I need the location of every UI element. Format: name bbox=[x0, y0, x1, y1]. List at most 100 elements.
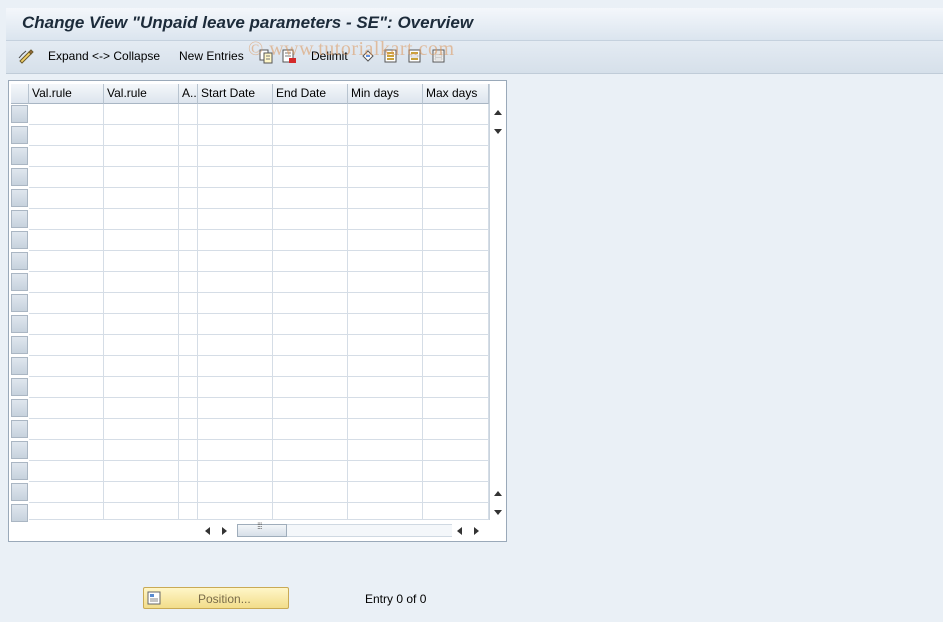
row-selector[interactable] bbox=[11, 189, 28, 207]
table-cell bbox=[423, 419, 489, 440]
expand-collapse-button[interactable]: Expand <-> Collapse bbox=[48, 41, 160, 73]
table-cell bbox=[179, 503, 198, 520]
table-cell bbox=[179, 293, 198, 314]
page-title: Change View "Unpaid leave parameters - S… bbox=[22, 13, 474, 32]
row-selector[interactable] bbox=[11, 273, 28, 291]
table-cell bbox=[179, 356, 198, 377]
table-cell bbox=[348, 440, 423, 461]
row-selector[interactable] bbox=[11, 126, 28, 144]
table-cell bbox=[273, 146, 348, 167]
row-selector[interactable] bbox=[11, 210, 28, 228]
row-selector[interactable] bbox=[11, 294, 28, 312]
table-cell bbox=[198, 230, 273, 251]
table-cell bbox=[273, 335, 348, 356]
horizontal-scrollbar[interactable]: ⁞⁞⁞ bbox=[199, 521, 491, 539]
vertical-scrollbar[interactable] bbox=[489, 84, 506, 520]
table-cell bbox=[104, 230, 179, 251]
table-cell bbox=[29, 146, 104, 167]
scroll-left-icon[interactable] bbox=[203, 526, 213, 536]
row-selector[interactable] bbox=[11, 252, 28, 270]
row-selector[interactable] bbox=[11, 420, 28, 438]
table-cell bbox=[198, 272, 273, 293]
row-selector[interactable] bbox=[11, 399, 28, 417]
table-cell bbox=[198, 398, 273, 419]
table-cell bbox=[198, 167, 273, 188]
column-header-min-days[interactable]: Min days bbox=[348, 84, 423, 104]
table-cell bbox=[179, 461, 198, 482]
table-cell bbox=[179, 209, 198, 230]
table-cell bbox=[29, 188, 104, 209]
table-cell bbox=[273, 482, 348, 503]
horizontal-scroll-track[interactable] bbox=[287, 524, 452, 537]
table-cell bbox=[348, 419, 423, 440]
row-selector[interactable] bbox=[11, 504, 28, 522]
table-cell bbox=[423, 125, 489, 146]
new-entries-button[interactable]: New Entries bbox=[179, 41, 244, 73]
column-header-max-days[interactable]: Max days bbox=[423, 84, 489, 104]
display-change-icon[interactable] bbox=[18, 48, 34, 64]
row-selector[interactable] bbox=[11, 168, 28, 186]
table-cell bbox=[104, 188, 179, 209]
row-selector[interactable] bbox=[11, 483, 28, 501]
table-cell bbox=[273, 461, 348, 482]
page-up-icon[interactable] bbox=[493, 489, 503, 499]
scroll-down-icon[interactable] bbox=[493, 507, 503, 517]
table-cell bbox=[29, 440, 104, 461]
row-selector[interactable] bbox=[11, 231, 28, 249]
table-cell bbox=[179, 146, 198, 167]
table-cell bbox=[179, 167, 198, 188]
table-cell bbox=[423, 188, 489, 209]
horizontal-scroll-thumb[interactable]: ⁞⁞⁞ bbox=[237, 521, 287, 537]
top-spacer bbox=[0, 0, 943, 8]
table-cell bbox=[29, 209, 104, 230]
scroll-right-icon[interactable] bbox=[471, 526, 481, 536]
table-header-corner[interactable] bbox=[11, 84, 29, 104]
page-right-icon[interactable] bbox=[219, 526, 229, 536]
table-cell bbox=[29, 251, 104, 272]
table-cell bbox=[198, 293, 273, 314]
table-cell bbox=[273, 167, 348, 188]
table-cell bbox=[104, 356, 179, 377]
column-header-a[interactable]: A.. bbox=[179, 84, 198, 104]
table-cell bbox=[198, 377, 273, 398]
table-cell bbox=[104, 440, 179, 461]
position-button[interactable]: Position... bbox=[143, 587, 289, 609]
row-selector[interactable] bbox=[11, 462, 28, 480]
row-selector[interactable] bbox=[11, 441, 28, 459]
table-cell bbox=[104, 167, 179, 188]
table-cell bbox=[29, 356, 104, 377]
table-cell bbox=[104, 461, 179, 482]
table-cell bbox=[179, 125, 198, 146]
page-left-icon[interactable] bbox=[455, 526, 465, 536]
table-cell bbox=[179, 335, 198, 356]
column-header-val-rule-1[interactable]: Val.rule bbox=[29, 84, 104, 104]
row-selector[interactable] bbox=[11, 147, 28, 165]
table-cell bbox=[104, 314, 179, 335]
table-cell bbox=[198, 188, 273, 209]
table-cell bbox=[348, 272, 423, 293]
row-selector[interactable] bbox=[11, 357, 28, 375]
table-cell bbox=[29, 377, 104, 398]
row-selector[interactable] bbox=[11, 378, 28, 396]
table-cell bbox=[104, 125, 179, 146]
table-cell bbox=[273, 356, 348, 377]
row-selector[interactable] bbox=[11, 105, 28, 123]
table-cell bbox=[104, 293, 179, 314]
table-cell bbox=[104, 398, 179, 419]
table-cell bbox=[423, 377, 489, 398]
table-cell bbox=[29, 419, 104, 440]
table-cell bbox=[29, 125, 104, 146]
page-down-icon[interactable] bbox=[493, 126, 503, 136]
table-cell bbox=[423, 398, 489, 419]
table-cell bbox=[348, 335, 423, 356]
table-cell bbox=[273, 314, 348, 335]
row-selector[interactable] bbox=[11, 315, 28, 333]
column-header-end-date[interactable]: End Date bbox=[273, 84, 348, 104]
table-cell bbox=[179, 398, 198, 419]
scroll-up-icon[interactable] bbox=[493, 108, 503, 118]
table-cell bbox=[104, 503, 179, 520]
column-header-val-rule-2[interactable]: Val.rule bbox=[104, 84, 179, 104]
column-header-start-date[interactable]: Start Date bbox=[198, 84, 273, 104]
row-selector[interactable] bbox=[11, 336, 28, 354]
table-cell bbox=[423, 230, 489, 251]
